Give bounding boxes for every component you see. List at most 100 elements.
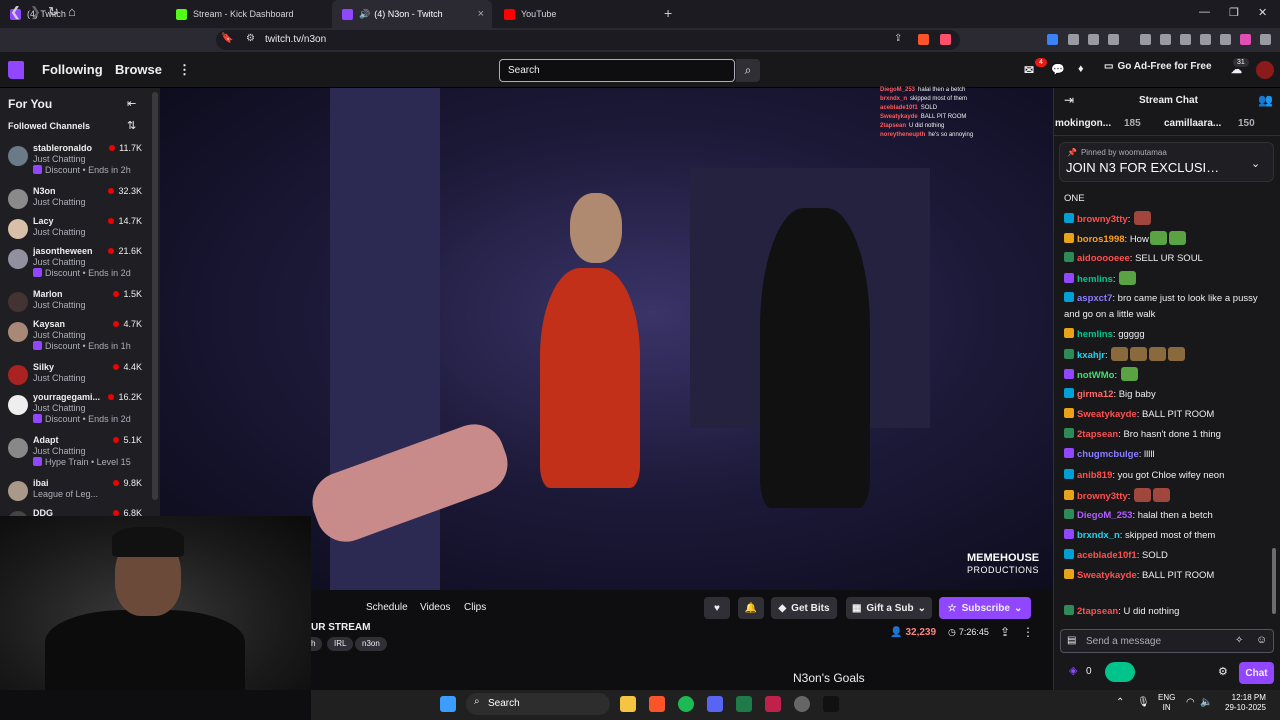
chat-username[interactable]: aidooooeee [1077,253,1130,264]
discord-icon[interactable] [707,696,723,712]
browser-tab-youtube[interactable]: YouTube [494,0,659,28]
brave-shield-icon[interactable] [918,34,929,45]
whispers-icon[interactable]: 💬 [1051,63,1065,76]
microphone-icon[interactable]: 🎙 [1137,697,1150,708]
chat-username[interactable]: aceblade10f1 [1077,550,1137,561]
taskbar-search[interactable]: Search [466,693,610,715]
chat-username[interactable]: Sweatykayde [1077,409,1137,420]
new-tab-button[interactable]: + [664,5,672,21]
user-avatar[interactable] [1256,61,1274,79]
share-icon[interactable]: ⇪ [894,33,902,44]
file-explorer-icon[interactable] [620,696,636,712]
chat-username[interactable]: anib819 [1077,470,1112,481]
brave-icon[interactable] [649,696,665,712]
minimize-button[interactable]: — [1199,6,1210,18]
wallet-icon[interactable] [1180,34,1191,45]
language-indicator[interactable]: ENG IN [1158,693,1175,713]
home-icon[interactable]: ⌂ [68,4,76,19]
follow-heart-icon[interactable]: ♥ [704,597,730,619]
windows-start-icon[interactable] [440,696,456,712]
vpn-icon[interactable] [1220,34,1231,45]
wifi-icon[interactable]: ◠ [1186,697,1195,708]
chat-username[interactable]: brxndx_n [1077,530,1120,541]
chat-username[interactable]: 2tapsean [1077,606,1118,617]
close-window-button[interactable]: ✕ [1258,6,1267,19]
chat-message[interactable]: aceblade10f1: SOLD [1064,548,1266,564]
community-icon[interactable]: 👥 [1258,93,1273,107]
rewards-icon[interactable] [940,34,951,45]
chat-username[interactable]: chugmcbulge [1077,449,1139,460]
chat-message[interactable]: Sweatykayde: BALL PIT ROOM [1064,568,1266,584]
tab-clips[interactable]: Clips [464,602,486,613]
bookmark-icon[interactable]: 🔖 [221,33,233,44]
chat-scrollbar[interactable] [1272,548,1276,614]
spotify-icon[interactable] [678,696,694,712]
chat-username[interactable]: girma12 [1077,389,1113,400]
chat-message[interactable]: hemlins: ggggg [1064,327,1266,343]
crown-icon[interactable]: ♦ [1078,63,1084,75]
site-info-icon[interactable]: ⚙ [246,33,255,44]
chat-message[interactable]: brxndx_n: skipped most of them [1064,528,1266,544]
chat-message[interactable]: ONE [1064,191,1266,207]
browser-tab-kick[interactable]: Stream - Kick Dashboard [166,0,331,28]
twitch-logo-icon[interactable] [8,61,24,79]
chat-username[interactable]: hemlins [1077,274,1113,285]
get-bits-button[interactable]: ◆ Get Bits [771,597,837,619]
collapse-sidebar-icon[interactable]: ⇤ [127,97,136,110]
more-options-icon[interactable]: ⋮ [1022,625,1034,639]
chat-username[interactable]: browny3tty [1077,491,1128,502]
inbox-icon[interactable]: ✉ [1024,63,1034,77]
ad-free-button[interactable]: ▭ Go Ad-Free for Free [1104,61,1212,72]
sidebar-icon[interactable] [1160,34,1171,45]
app-icon[interactable] [765,696,781,712]
chat-message[interactable]: browny3tty: [1064,488,1266,505]
subscribe-button[interactable]: ☆ Subscribe ⌄ [939,597,1031,619]
close-tab-icon[interactable]: × [478,8,484,20]
tab-schedule[interactable]: Schedule [366,602,408,613]
excel-icon[interactable] [736,696,752,712]
tag[interactable]: n3on [355,637,387,651]
browser-tab-twitch[interactable]: (4) Twitch [0,0,165,28]
epic-games-icon[interactable] [823,696,839,712]
puzzle-icon[interactable] [1088,34,1099,45]
collapse-chat-icon[interactable]: ⇥ [1064,93,1074,107]
chat-send-button[interactable]: Chat [1239,662,1274,684]
search-input[interactable]: Search [499,59,735,82]
chat-message[interactable]: Sweatykayde: BALL PIT ROOM [1064,407,1266,423]
volume-icon[interactable]: 🔈 [1200,697,1212,708]
chat-message[interactable]: browny3tty: [1064,211,1266,228]
browse-link[interactable]: Browse [115,62,162,77]
chat-message[interactable]: boros1998: How [1064,231,1266,248]
chat-message[interactable]: hemlins: [1064,271,1266,288]
chat-message[interactable]: kxahjr: [1064,347,1266,364]
tab-videos[interactable]: Videos [420,602,450,613]
share-icon[interactable]: ⇪ [1000,625,1010,639]
sort-icon[interactable]: ⇅ [127,119,136,132]
settings-icon[interactable] [794,696,810,712]
system-clock[interactable]: 12:18 PM 29-10-2025 [1225,693,1266,713]
url-field[interactable] [216,30,960,50]
following-link[interactable]: Following [42,62,103,77]
channel-points-icon[interactable]: ◈ [1069,664,1077,677]
sidebar-channel-5[interactable]: Kaysan Just Chatting 4.7K Discount • Ends i… [0,319,152,359]
extension-icon[interactable] [1068,34,1079,45]
chat-message[interactable]: DiegoM_253: halal then a betch [1064,508,1266,524]
browser-tab-n3on[interactable]: 🔊 (4) N3on - Twitch × [332,0,492,28]
menu-icon[interactable] [1260,34,1271,45]
chat-username[interactable]: hemlins [1077,329,1113,340]
chat-username[interactable]: notWMo [1077,370,1114,381]
leo-icon[interactable] [1200,34,1211,45]
chat-username[interactable]: 2tapsean [1077,429,1118,440]
back-icon[interactable]: ❮ [10,4,21,20]
sidebar-scrollbar[interactable] [152,92,158,500]
chat-message[interactable]: girma12: Big baby [1064,387,1266,403]
sidebar-channel-0[interactable]: stableronaldo Just Chatting 11.7K Discount … [0,143,152,183]
maximize-button[interactable]: ❐ [1229,6,1239,19]
chevron-down-icon[interactable]: ⌄ [1251,157,1260,170]
points-reward-icon[interactable] [1105,662,1135,682]
settings-gear-icon[interactable]: ⚙ [1218,665,1228,678]
search-icon[interactable]: ⌕ [736,59,760,82]
chat-username[interactable]: DiegoM_253 [1077,510,1132,521]
chat-message[interactable]: anib819: you got Chloe wifey neon [1064,468,1266,484]
chat-message[interactable]: 2tapsean: Bro hasn't done 1 thing [1064,427,1266,443]
